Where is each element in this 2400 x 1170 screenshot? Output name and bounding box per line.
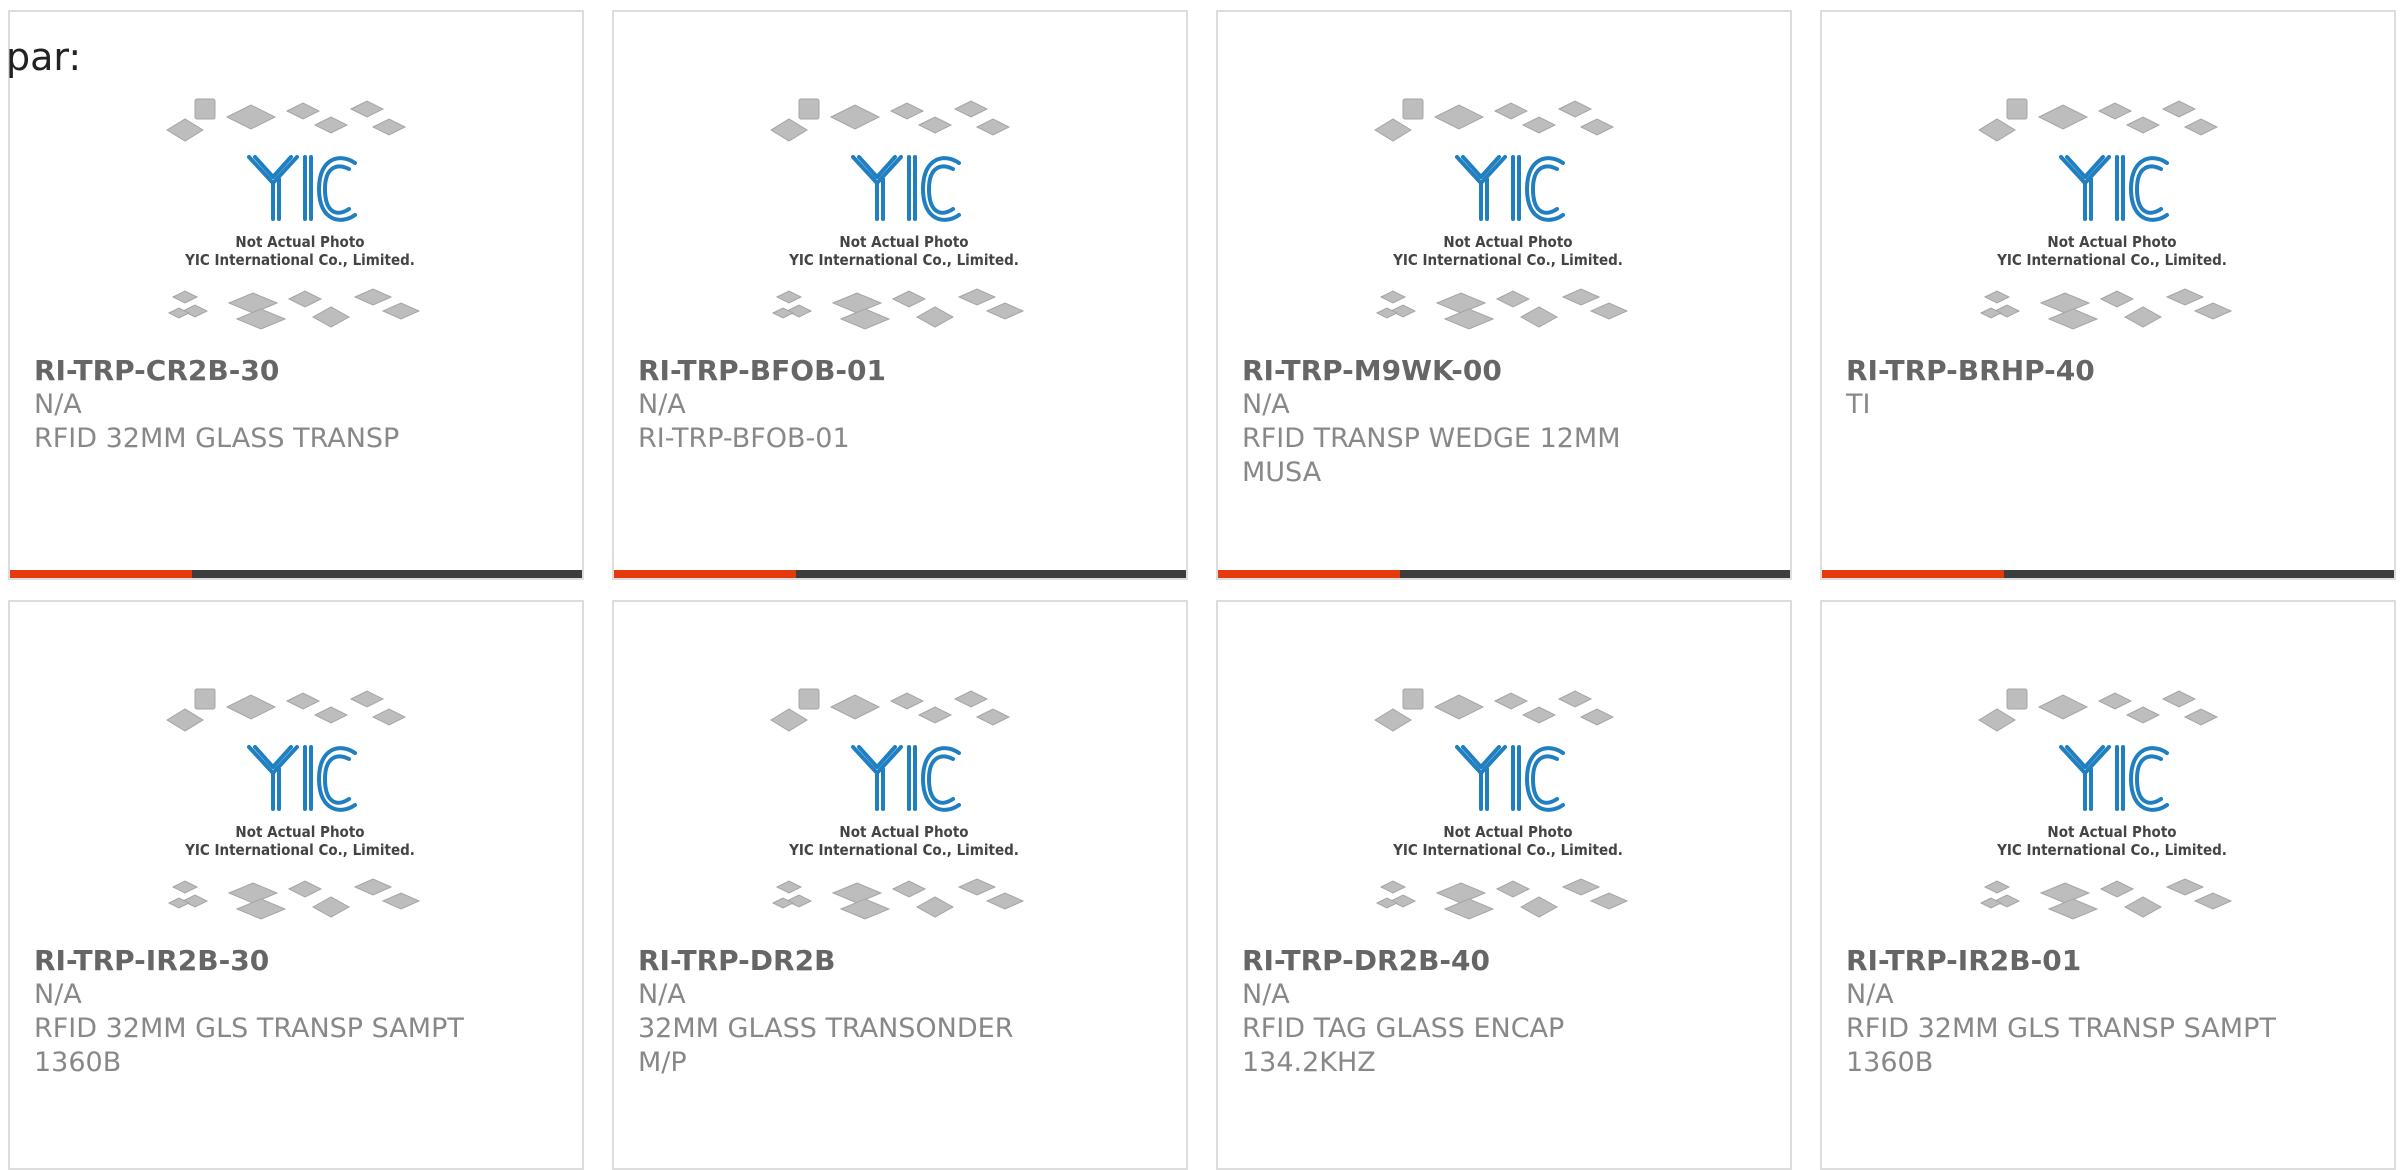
card-bar-accent bbox=[1822, 570, 2004, 578]
chip-icons-top bbox=[166, 98, 407, 142]
photo-note-text: Not Actual Photo bbox=[839, 233, 968, 251]
chip-icons-bottom bbox=[771, 878, 1025, 920]
yic-logo-icon bbox=[247, 745, 357, 812]
product-card[interactable]: Not Actual Photo YIC International Co., … bbox=[612, 10, 1188, 580]
part-number-link[interactable]: RI-TRP-M9WK-00 bbox=[1242, 354, 1770, 388]
chip-icons-top bbox=[1374, 98, 1615, 142]
card-bar-accent bbox=[1218, 570, 1400, 578]
description: RFID 32MM GLASS TRANSP bbox=[34, 423, 400, 454]
manufacturer: N/A bbox=[1846, 979, 1894, 1010]
chip-icons-bottom bbox=[167, 878, 421, 920]
company-text: YIC International Co., Limited. bbox=[788, 251, 1019, 269]
photo-note-text: Not Actual Photo bbox=[2047, 233, 2176, 251]
manufacturer: N/A bbox=[638, 979, 686, 1010]
product-image[interactable]: Not Actual Photo YIC International Co., … bbox=[1373, 687, 1643, 927]
yic-logo-icon bbox=[2059, 155, 2169, 222]
product-card[interactable]: Not Actual Photo YIC International Co., … bbox=[8, 600, 584, 1170]
chip-icons-bottom bbox=[1375, 288, 1629, 330]
chip-icons-bottom bbox=[1979, 288, 2233, 330]
description: RI-TRP-BFOB-01 bbox=[638, 423, 850, 454]
card-bar-accent bbox=[10, 570, 192, 578]
part-number-link[interactable]: RI-TRP-BFOB-01 bbox=[638, 354, 1166, 388]
description: RFID TRANSP WEDGE 12MM MUSA bbox=[1242, 423, 1621, 488]
company-text: YIC International Co., Limited. bbox=[184, 841, 415, 859]
photo-note-text: Not Actual Photo bbox=[2047, 823, 2176, 841]
product-image[interactable]: Not Actual Photo YIC International Co., … bbox=[769, 687, 1039, 927]
card-bottom-bar bbox=[10, 570, 582, 578]
chip-icons-top bbox=[166, 688, 407, 732]
chip-icons-top bbox=[1374, 688, 1615, 732]
product-image[interactable]: Not Actual Photo YIC International Co., … bbox=[1373, 97, 1643, 337]
product-image[interactable]: Not Actual Photo YIC International Co., … bbox=[769, 97, 1039, 337]
product-card[interactable]: Not Actual Photo YIC International Co., … bbox=[1216, 10, 1792, 580]
photo-note-text: Not Actual Photo bbox=[839, 823, 968, 841]
card-bar-accent bbox=[614, 570, 796, 578]
part-number-link[interactable]: RI-TRP-IR2B-30 bbox=[34, 944, 562, 978]
page-label: par: bbox=[6, 35, 82, 79]
chip-icons-bottom bbox=[167, 288, 421, 330]
card-bottom-bar bbox=[614, 570, 1186, 578]
chip-icons-bottom bbox=[1979, 878, 2233, 920]
part-number-link[interactable]: RI-TRP-DR2B bbox=[638, 944, 1166, 978]
description: RFID TAG GLASS ENCAP 134.2KHZ bbox=[1242, 1013, 1565, 1078]
photo-note-text: Not Actual Photo bbox=[235, 823, 364, 841]
chip-icons-top bbox=[1978, 688, 2219, 732]
yic-logo-icon bbox=[851, 155, 961, 222]
chip-icons-bottom bbox=[1375, 878, 1629, 920]
product-card[interactable]: Not Actual Photo YIC International Co., … bbox=[612, 600, 1188, 1170]
description: RFID 32MM GLS TRANSP SAMPT 1360B bbox=[1846, 1013, 2276, 1078]
description: 32MM GLASS TRANSONDER M/P bbox=[638, 1013, 1014, 1078]
product-image[interactable]: Not Actual Photo YIC International Co., … bbox=[165, 687, 435, 927]
yic-logo-icon bbox=[851, 745, 961, 812]
product-grid: Not Actual Photo YIC International Co., … bbox=[8, 10, 2400, 1170]
description: RFID 32MM GLS TRANSP SAMPT 1360B bbox=[34, 1013, 464, 1078]
card-bottom-bar bbox=[1822, 570, 2394, 578]
company-text: YIC International Co., Limited. bbox=[1996, 251, 2227, 269]
company-text: YIC International Co., Limited. bbox=[184, 251, 415, 269]
company-text: YIC International Co., Limited. bbox=[788, 841, 1019, 859]
manufacturer: N/A bbox=[638, 389, 686, 420]
photo-note-text: Not Actual Photo bbox=[235, 233, 364, 251]
product-card[interactable]: Not Actual Photo YIC International Co., … bbox=[1820, 600, 2396, 1170]
part-number-link[interactable]: RI-TRP-CR2B-30 bbox=[34, 354, 562, 388]
manufacturer: N/A bbox=[34, 979, 82, 1010]
yic-logo-icon bbox=[1455, 155, 1565, 222]
product-image[interactable]: Not Actual Photo YIC International Co., … bbox=[1977, 97, 2247, 337]
part-number-link[interactable]: RI-TRP-BRHP-40 bbox=[1846, 354, 2374, 388]
chip-icons-top bbox=[770, 688, 1011, 732]
chip-icons-top bbox=[770, 98, 1011, 142]
photo-note-text: Not Actual Photo bbox=[1443, 233, 1572, 251]
yic-logo-icon bbox=[2059, 745, 2169, 812]
yic-logo-icon bbox=[1455, 745, 1565, 812]
product-card[interactable]: Not Actual Photo YIC International Co., … bbox=[1820, 10, 2396, 580]
chip-icons-bottom bbox=[771, 288, 1025, 330]
part-number-link[interactable]: RI-TRP-DR2B-40 bbox=[1242, 944, 1770, 978]
company-text: YIC International Co., Limited. bbox=[1392, 841, 1623, 859]
manufacturer: N/A bbox=[34, 389, 82, 420]
product-image[interactable]: Not Actual Photo YIC International Co., … bbox=[1977, 687, 2247, 927]
manufacturer: TI bbox=[1846, 389, 1871, 420]
company-text: YIC International Co., Limited. bbox=[1996, 841, 2227, 859]
chip-icons-top bbox=[1978, 98, 2219, 142]
product-card[interactable]: Not Actual Photo YIC International Co., … bbox=[1216, 600, 1792, 1170]
company-text: YIC International Co., Limited. bbox=[1392, 251, 1623, 269]
product-image[interactable]: Not Actual Photo YIC International Co., … bbox=[165, 97, 435, 337]
manufacturer: N/A bbox=[1242, 979, 1290, 1010]
manufacturer: N/A bbox=[1242, 389, 1290, 420]
photo-note-text: Not Actual Photo bbox=[1443, 823, 1572, 841]
card-bottom-bar bbox=[1218, 570, 1790, 578]
part-number-link[interactable]: RI-TRP-IR2B-01 bbox=[1846, 944, 2374, 978]
product-card[interactable]: Not Actual Photo YIC International Co., … bbox=[8, 10, 584, 580]
yic-logo-icon bbox=[247, 155, 357, 222]
